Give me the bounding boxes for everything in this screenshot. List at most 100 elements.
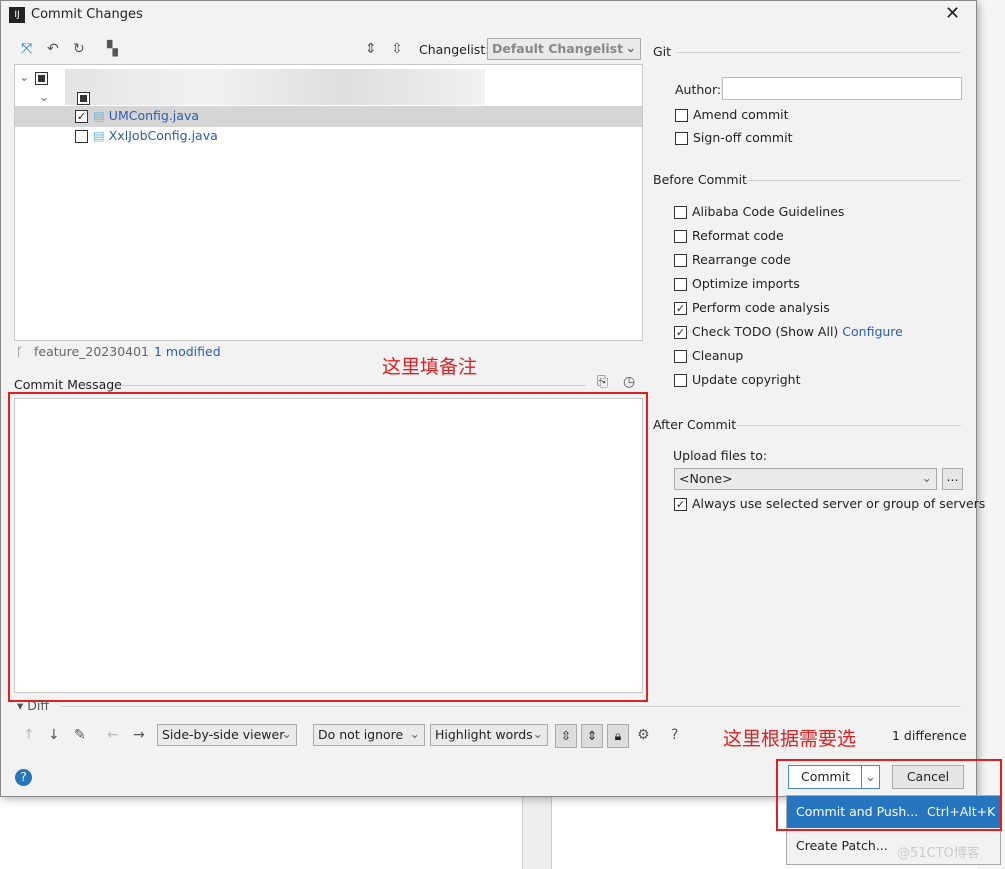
arrow-right-icon[interactable]: → xyxy=(133,727,145,743)
diff-toggle[interactable]: ▾ Diff xyxy=(17,698,49,713)
difference-count: 1 difference xyxy=(892,728,967,743)
chevron-down-icon: ⌄ xyxy=(625,40,636,55)
changelist-label: Changelist: xyxy=(419,42,490,57)
before-commit-option[interactable]: Update copyright xyxy=(674,372,800,387)
file-row[interactable]: ✓ ▤ UMConfig.java xyxy=(75,108,199,123)
modified-link[interactable]: 1 modified xyxy=(154,344,221,359)
always-use-checkbox[interactable]: ✓ Always use selected server or group of … xyxy=(674,496,985,511)
changes-tree[interactable]: ⌄ ⌄ ✓ ▤ UMConfig.java ▤ XxlJobConfig.java xyxy=(14,64,643,341)
divider xyxy=(61,706,961,707)
group-by-icon[interactable]: ▚ xyxy=(107,41,118,57)
checkbox[interactable]: ✓ xyxy=(674,302,687,315)
before-commit-option[interactable]: ✓ Check TODO (Show All) Configure xyxy=(674,324,903,339)
checkbox[interactable]: ✓ xyxy=(674,326,687,339)
before-commit-option[interactable]: Reformat code xyxy=(674,228,784,243)
author-input[interactable] xyxy=(722,77,962,100)
help-button[interactable]: ? xyxy=(15,769,32,786)
sync-scroll-icon[interactable]: ⇕ xyxy=(581,724,603,748)
expand-all-icon[interactable]: ⇕ xyxy=(365,41,377,57)
watermark: @51CTO博客 xyxy=(897,846,980,861)
before-commit-option[interactable]: ✓ Perform code analysis xyxy=(674,300,830,315)
checkbox[interactable] xyxy=(674,350,687,363)
option-label: Alibaba Code Guidelines xyxy=(692,204,845,219)
history-icon[interactable]: ⎘ xyxy=(597,374,608,390)
chevron-icon[interactable]: ⌄ xyxy=(39,89,49,104)
viewer-select[interactable]: Side-by-side viewer ⌄ xyxy=(157,724,297,746)
option-label: Optimize imports xyxy=(692,276,800,291)
option-label: Perform code analysis xyxy=(692,300,830,315)
menu-item-create-patch[interactable]: Create Patch... xyxy=(796,838,888,853)
option-label: Update copyright xyxy=(692,372,801,387)
java-file-icon: ▤ xyxy=(93,128,105,143)
option-label: Rearrange code xyxy=(692,252,791,267)
gear-icon[interactable]: ⚙ xyxy=(637,727,650,743)
lock-icon[interactable]: 🔒︎ xyxy=(607,724,629,748)
chevron-icon[interactable]: ⌄ xyxy=(19,69,29,84)
upload-label: Upload files to: xyxy=(673,448,768,463)
blurred-path xyxy=(65,69,485,105)
chevron-down-icon: ⌄ xyxy=(921,470,932,485)
signoff-label: Sign-off commit xyxy=(693,130,793,145)
background-panel xyxy=(522,797,552,869)
before-commit-option[interactable]: Rearrange code xyxy=(674,252,791,267)
collapse-unchanged-icon[interactable]: ⇳ xyxy=(555,724,577,748)
commit-dialog: IJ Commit Changes ✕ ⤧ ↶ ↻ ▚ ⇕ ⇳ Changeli… xyxy=(0,0,985,797)
commit-message-label: Commit Message xyxy=(14,377,122,392)
ignore-select[interactable]: Do not ignore ⌄ xyxy=(313,724,425,746)
changelist-select[interactable]: Default Changelist ⌄ xyxy=(487,38,641,60)
signoff-commit-checkbox[interactable]: Sign-off commit xyxy=(675,130,793,145)
file-checkbox[interactable] xyxy=(75,130,88,143)
before-commit-option[interactable]: Cleanup xyxy=(674,348,743,363)
intellij-logo-icon: IJ xyxy=(9,7,25,23)
arrow-up-icon[interactable]: ↑ xyxy=(23,727,35,743)
file-checkbox[interactable]: ✓ xyxy=(75,110,88,123)
file-row[interactable]: ▤ XxlJobConfig.java xyxy=(75,128,218,143)
before-commit-option[interactable]: Optimize imports xyxy=(674,276,800,291)
upload-server-select[interactable]: <None> ⌄ xyxy=(674,468,937,490)
divider xyxy=(677,52,961,53)
divider xyxy=(121,385,586,386)
arrow-down-icon[interactable]: ↓ xyxy=(48,727,60,743)
collapse-all-icon[interactable]: ⇳ xyxy=(391,41,403,57)
checkbox[interactable] xyxy=(674,278,687,291)
arrow-left-icon[interactable]: ← xyxy=(107,727,119,743)
diff-title: Diff xyxy=(27,698,49,713)
option-label: Cleanup xyxy=(692,348,744,363)
amend-commit-checkbox[interactable]: Amend commit xyxy=(675,107,789,122)
rollback-icon[interactable]: ↶ xyxy=(47,41,59,57)
configure-link[interactable]: Configure xyxy=(842,324,903,339)
option-label: Reformat code xyxy=(692,228,784,243)
before-commit-title: Before Commit xyxy=(653,172,747,187)
branch-icon: ᚴ xyxy=(16,344,24,359)
refresh-icon[interactable]: ↻ xyxy=(73,41,85,57)
option-label: Check TODO (Show All) xyxy=(692,324,839,339)
checkbox[interactable] xyxy=(674,206,687,219)
chevron-down-icon: ⌄ xyxy=(281,726,292,741)
annotation-box xyxy=(776,759,1002,831)
edit-icon[interactable]: ✎ xyxy=(74,727,86,743)
java-file-icon: ▤ xyxy=(93,108,105,123)
amend-label: Amend commit xyxy=(693,107,789,122)
annotation-choose: 这里根据需要选 xyxy=(723,728,857,750)
close-icon[interactable]: ✕ xyxy=(945,3,960,24)
background-editor xyxy=(977,0,1005,869)
annotation-box xyxy=(8,392,648,702)
author-label: Author: xyxy=(675,82,722,97)
root-checkbox[interactable] xyxy=(35,72,48,85)
chevron-down-icon: ⌄ xyxy=(532,726,543,741)
chevron-down-icon: ⌄ xyxy=(409,726,420,741)
refresh-diff-icon[interactable]: ⤧ xyxy=(21,41,32,57)
checkbox[interactable] xyxy=(674,254,687,267)
upload-value: <None> xyxy=(679,471,733,486)
divider xyxy=(736,425,961,426)
highlight-select[interactable]: Highlight words ⌄ xyxy=(430,724,548,746)
checkbox[interactable] xyxy=(674,230,687,243)
browse-button[interactable]: ... xyxy=(942,468,963,490)
checkbox[interactable] xyxy=(674,374,687,387)
after-commit-title: After Commit xyxy=(653,417,737,432)
window-title: Commit Changes xyxy=(31,7,143,22)
module-checkbox[interactable] xyxy=(76,92,90,105)
before-commit-option[interactable]: Alibaba Code Guidelines xyxy=(674,204,844,219)
clock-icon[interactable]: ◷ xyxy=(623,374,635,390)
help-icon[interactable]: ? xyxy=(671,727,678,743)
